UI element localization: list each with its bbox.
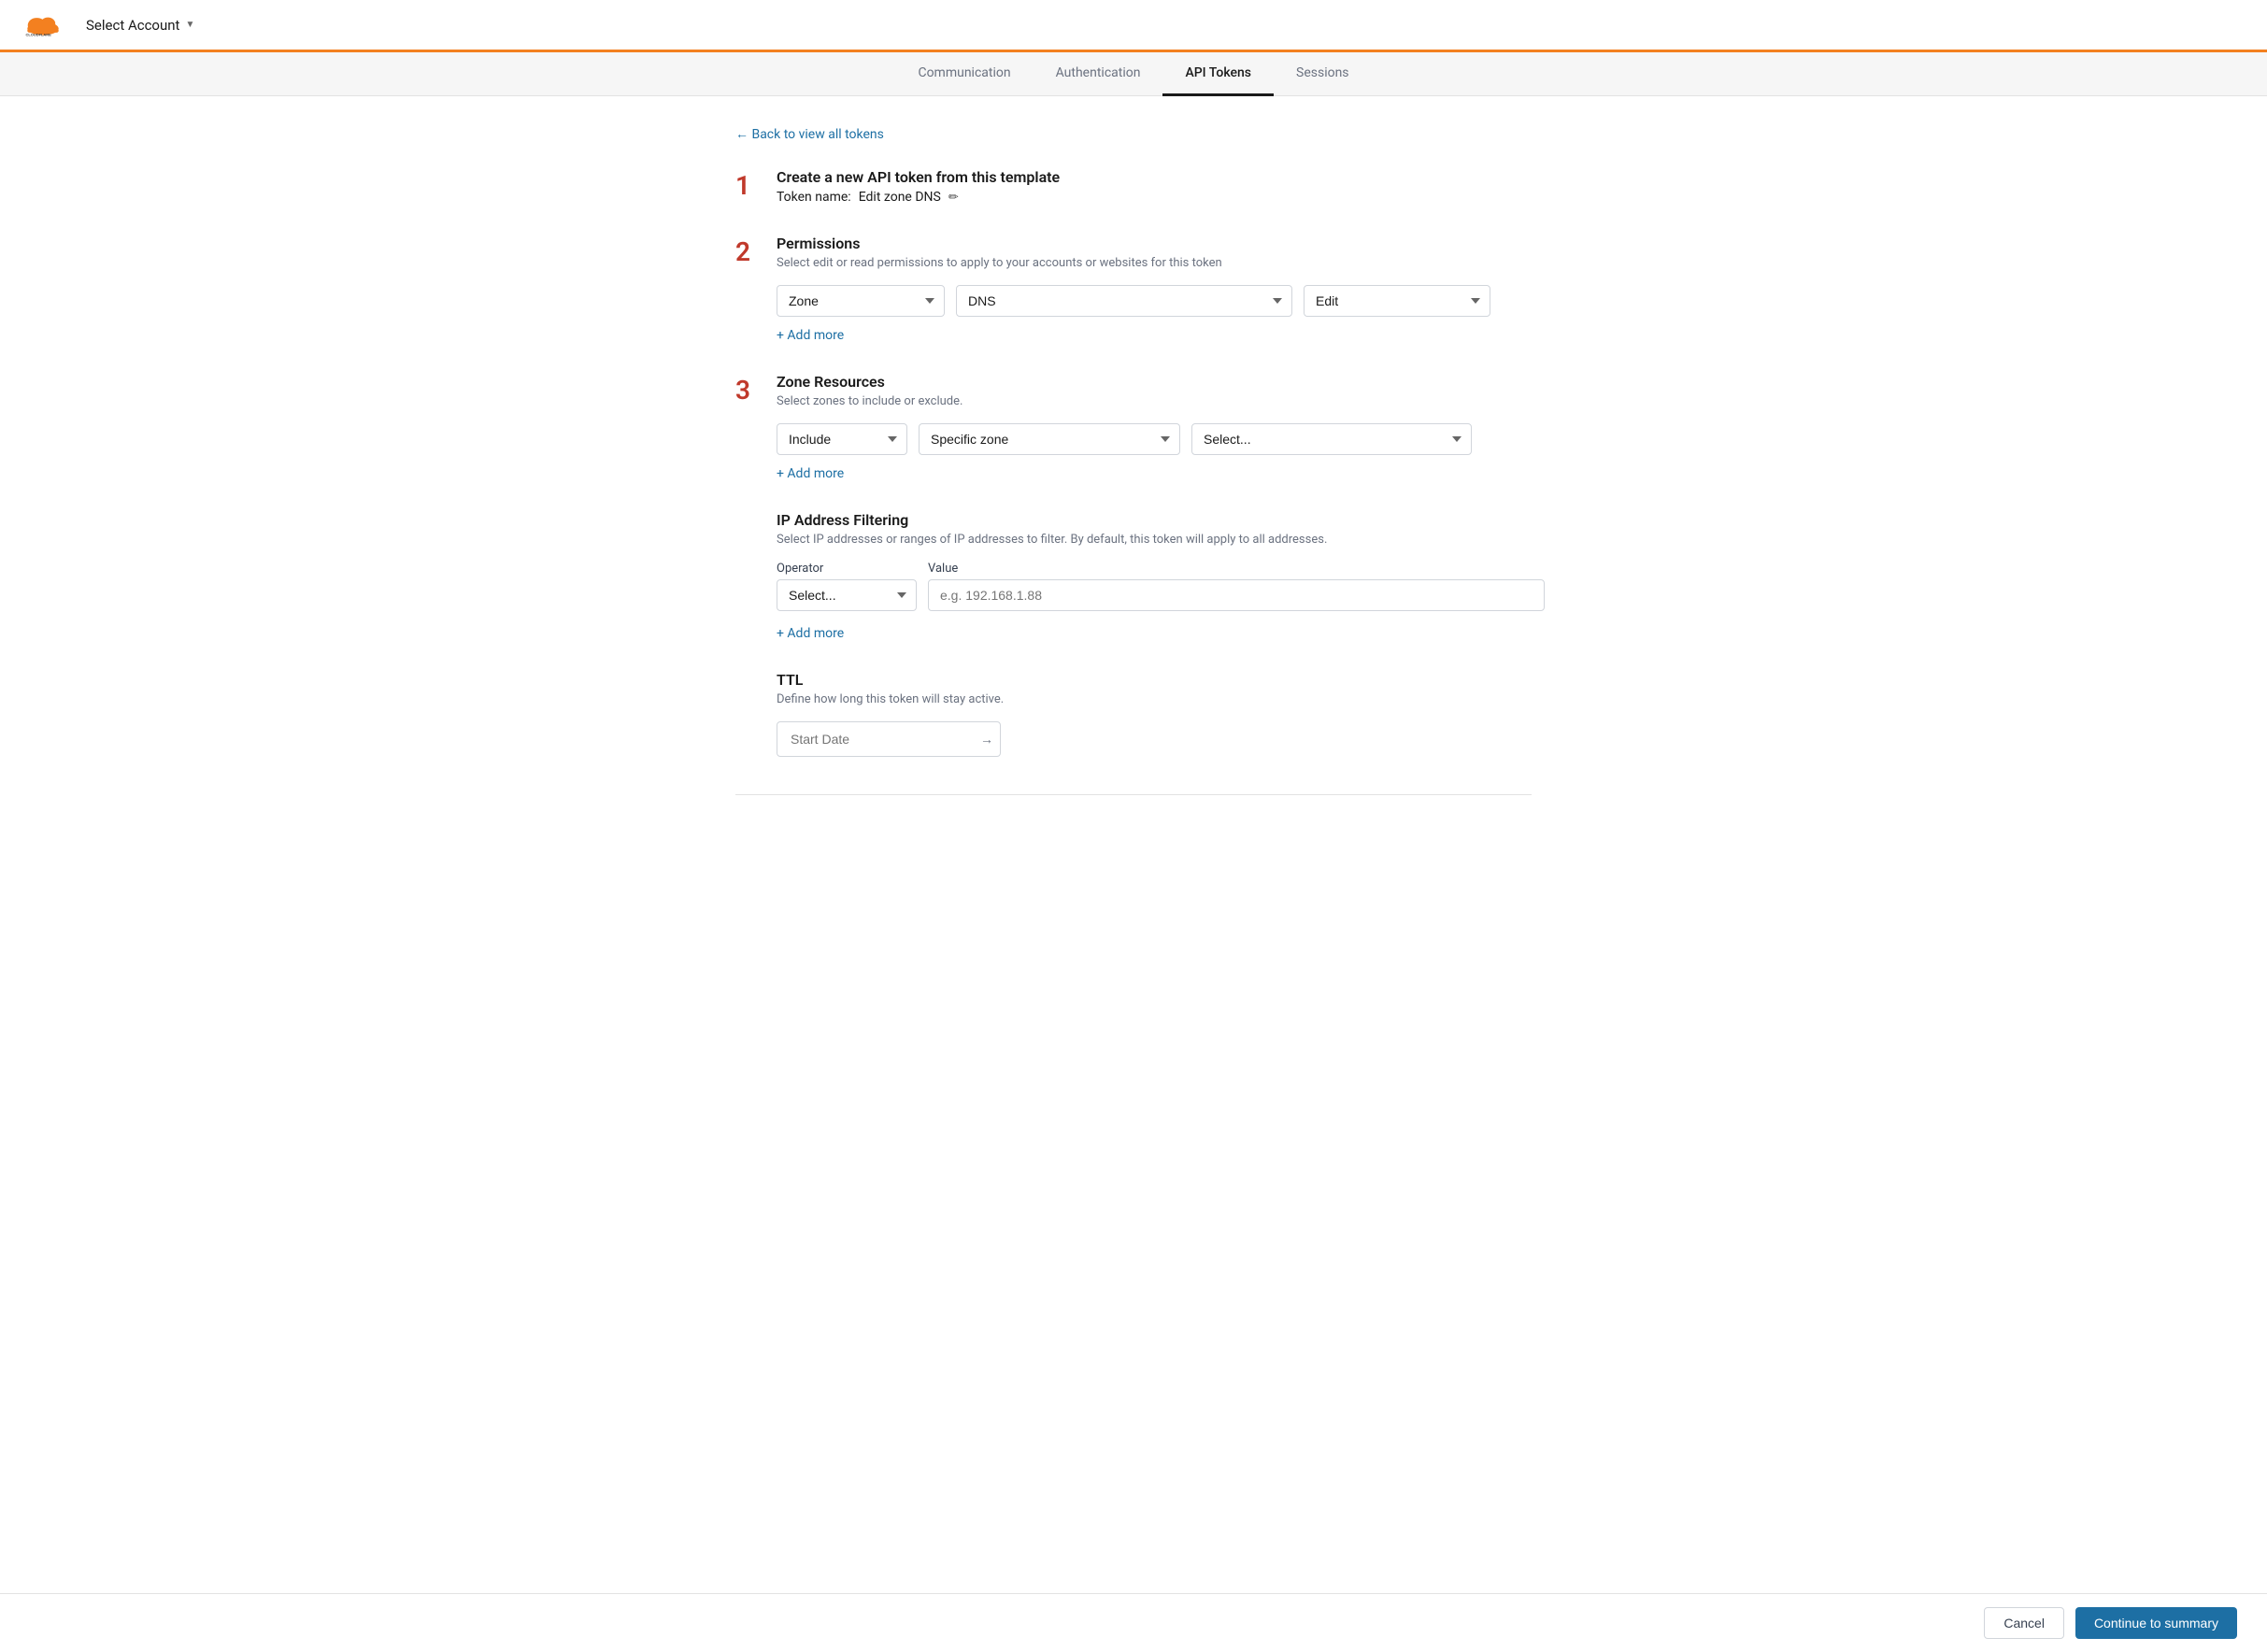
- zone-filter-select[interactable]: Include Exclude: [777, 423, 907, 455]
- ip-filter-row: Operator Select... Is in Is not in Value: [777, 562, 1532, 611]
- top-bar: CLOUDFLARE Select Account ▼: [0, 0, 2267, 52]
- zone-resources-title: Zone Resources: [777, 373, 1532, 391]
- tab-api-tokens[interactable]: API Tokens: [1162, 52, 1274, 96]
- ttl-arrow-icon: →: [973, 732, 1001, 748]
- footer-divider: [735, 794, 1532, 795]
- account-selector-chevron: ▼: [185, 20, 194, 30]
- account-selector-label: Select Account: [86, 17, 179, 34]
- permissions-subtitle: Select edit or read permissions to apply…: [777, 256, 1532, 270]
- zone-resources-row: Include Exclude Specific zone All zones …: [777, 423, 1532, 455]
- value-label: Value: [928, 562, 1545, 576]
- continue-to-summary-button[interactable]: Continue to summary: [2075, 1607, 2237, 1639]
- svg-text:CLOUDFLARE: CLOUDFLARE: [26, 32, 52, 36]
- permissions-row: Zone Account User DNS Firewall Cache Rul…: [777, 285, 1532, 317]
- zone-resources-subtitle: Select zones to include or exclude.: [777, 394, 1532, 408]
- token-name-edit-icon[interactable]: ✏: [948, 191, 959, 205]
- permission-type-select[interactable]: DNS Firewall Cache Rules SSL/TLS: [956, 285, 1292, 317]
- step-2-content: Permissions Select edit or read permissi…: [777, 235, 1532, 343]
- step-1-container: 1 Create a new API token from this templ…: [735, 168, 1532, 205]
- ttl-title: TTL: [777, 671, 1532, 689]
- footer-bar: Cancel Continue to summary: [0, 1593, 2267, 1652]
- step-1-number: 1: [735, 168, 758, 205]
- tab-authentication[interactable]: Authentication: [1034, 52, 1163, 96]
- operator-label: Operator: [777, 562, 917, 576]
- permission-level-select[interactable]: Edit Read: [1304, 285, 1490, 317]
- ttl-date-row: →: [777, 721, 1001, 757]
- token-name-label: Token name:: [777, 190, 851, 205]
- ttl-section: TTL Define how long this token will stay…: [777, 671, 1532, 757]
- step-3-number: 3: [735, 373, 758, 481]
- cancel-button[interactable]: Cancel: [1984, 1607, 2064, 1639]
- tab-sessions[interactable]: Sessions: [1274, 52, 1372, 96]
- main-content: ← Back to view all tokens 1 Create a new…: [713, 96, 1554, 907]
- zone-scope-select[interactable]: Specific zone All zones: [919, 423, 1180, 455]
- step-2-number: 2: [735, 235, 758, 343]
- ip-filtering-section: IP Address Filtering Select IP addresses…: [777, 511, 1532, 641]
- permissions-title: Permissions: [777, 235, 1532, 252]
- ip-filtering-title: IP Address Filtering: [777, 511, 1532, 529]
- step-2-container: 2 Permissions Select edit or read permis…: [735, 235, 1532, 343]
- back-link[interactable]: ← Back to view all tokens: [735, 126, 884, 142]
- main-nav: Communication Authentication API Tokens …: [0, 52, 2267, 96]
- value-group: Value: [928, 562, 1545, 611]
- cloudflare-logo: CLOUDFLARE: [22, 10, 64, 40]
- token-name-value: Edit zone DNS: [859, 190, 941, 205]
- logo-area: CLOUDFLARE: [22, 10, 64, 40]
- step-1-title: Create a new API token from this templat…: [777, 168, 1532, 186]
- tab-communication[interactable]: Communication: [895, 52, 1033, 96]
- step-3-content: Zone Resources Select zones to include o…: [777, 373, 1532, 481]
- step-3-container: 3 Zone Resources Select zones to include…: [735, 373, 1532, 481]
- permission-category-select[interactable]: Zone Account User: [777, 285, 945, 317]
- permissions-add-more[interactable]: + Add more: [777, 328, 844, 343]
- token-name-row: Token name: Edit zone DNS ✏: [777, 190, 1532, 205]
- step-1-content: Create a new API token from this templat…: [777, 168, 1532, 205]
- ip-filtering-subtitle: Select IP addresses or ranges of IP addr…: [777, 533, 1532, 547]
- ttl-subtitle: Define how long this token will stay act…: [777, 692, 1532, 706]
- ip-value-input[interactable]: [928, 579, 1545, 611]
- ip-filtering-add-more[interactable]: + Add more: [777, 626, 844, 641]
- operator-group: Operator Select... Is in Is not in: [777, 562, 917, 611]
- account-selector[interactable]: Select Account ▼: [86, 17, 194, 34]
- operator-select[interactable]: Select... Is in Is not in: [777, 579, 917, 611]
- zone-value-select[interactable]: Select...: [1191, 423, 1472, 455]
- ttl-start-date[interactable]: [777, 724, 973, 754]
- zone-resources-add-more[interactable]: + Add more: [777, 466, 844, 481]
